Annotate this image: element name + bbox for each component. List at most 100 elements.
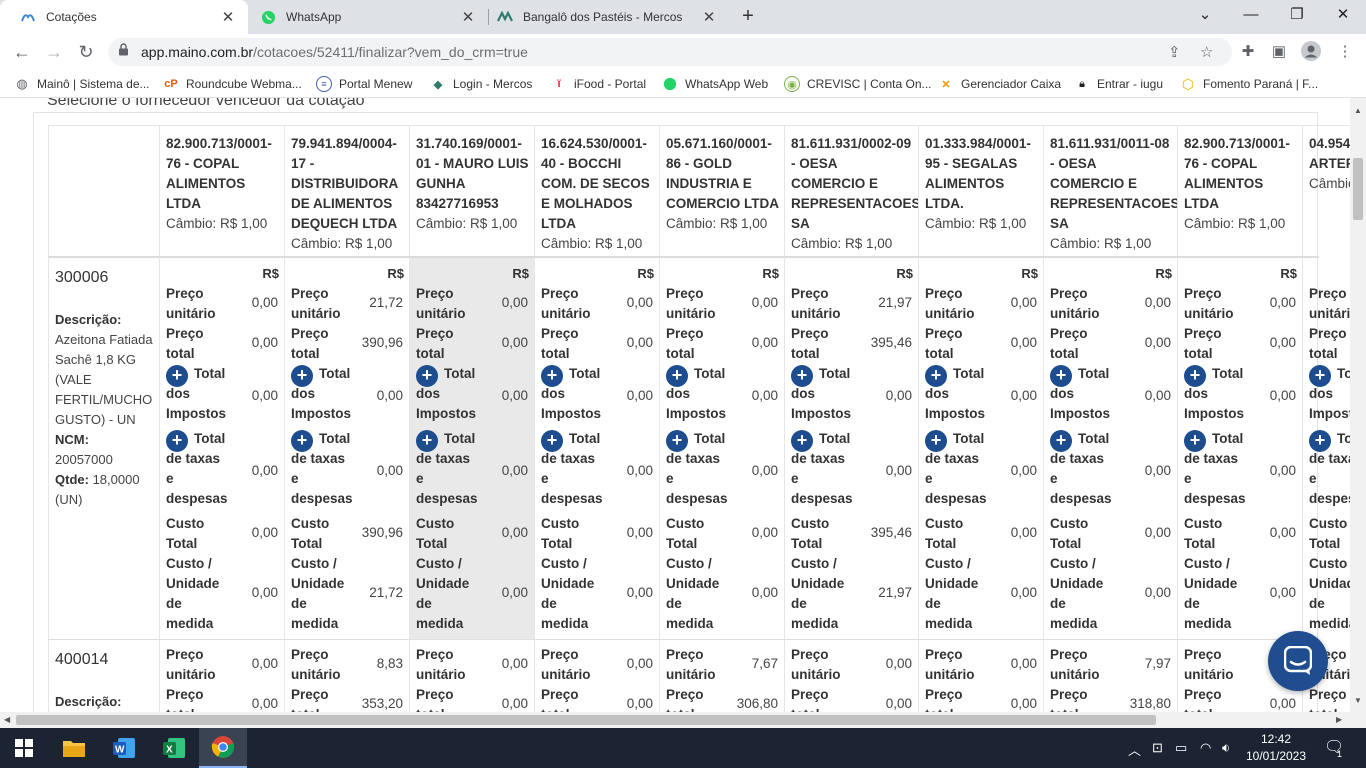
total-price-label: Preço total xyxy=(1309,687,1347,712)
bookmark-maino[interactable]: ◍ Mainô | Sistema de... xyxy=(14,76,149,92)
bookmark-fomento[interactable]: ⬡ Fomento Paraná | F... xyxy=(1180,76,1318,92)
supplier-name: 82.900.713/0001-76 - COPAL ALIMENTOS LTD… xyxy=(166,136,272,211)
scroll-right-icon[interactable]: ▶ xyxy=(1336,715,1342,724)
supplier-header[interactable]: 16.624.530/0001-40 - BOCCHI COM. DE SECO… xyxy=(535,125,660,257)
bookmark-menew[interactable]: ≡ Portal Menew xyxy=(316,76,412,92)
supplier-price-cell[interactable]: R$ Preço unitário 0,00 Preço total 0,00 + Tota… xyxy=(1044,258,1178,639)
wifi-icon[interactable]: ◠ xyxy=(1200,740,1211,756)
battery-icon[interactable]: ▭ xyxy=(1175,740,1187,756)
tab-cotacoes[interactable]: Cotações ✕ xyxy=(0,0,248,34)
forward-icon[interactable]: → xyxy=(42,40,66,64)
supplier-header[interactable]: 05.671.160/0001-86 - GOLD INDUSTRIA E CO… xyxy=(660,125,785,257)
scroll-up-icon[interactable]: ▲ xyxy=(1354,106,1362,115)
total-price-label: Preço total xyxy=(291,687,329,712)
side-panel-icon[interactable]: ▣ xyxy=(1268,41,1290,63)
profile-avatar-icon[interactable] xyxy=(1300,41,1322,63)
supplier-price-cell[interactable]: Preço unitário 0,00 Preço total 0,00 xyxy=(785,640,919,712)
windows-start-icon[interactable] xyxy=(0,728,48,768)
taxes-label: Total dos Impostos xyxy=(291,366,352,421)
supplier-price-cell[interactable]: R$ Preço unitário 0,00 Preço total 0,00 + Tota… xyxy=(919,258,1044,639)
close-icon[interactable]: ✕ xyxy=(218,8,238,26)
supplier-price-cell[interactable]: R$Preço unitárioPreço total+Total dos Im… xyxy=(1303,258,1350,639)
supplier-cambio: Câmbio: R$ 1,00 xyxy=(416,216,518,231)
address-bar[interactable]: app.maino.com.br/cotacoes/52411/finaliza… xyxy=(108,38,1232,66)
bookmark-caixa[interactable]: ✕ Gerenciador Caixa xyxy=(938,76,1061,92)
bookmark-crevisc[interactable]: ◉ CREVISC | Conta On... xyxy=(784,76,932,92)
lock-icon[interactable] xyxy=(118,43,129,59)
supplier-price-cell[interactable]: R$ Preço unitário 0,00 Preço total 0,00 + Tota… xyxy=(660,258,785,639)
chevron-up-icon[interactable]: ︿ xyxy=(1128,740,1141,759)
chrome-icon[interactable] xyxy=(199,728,247,768)
file-explorer-icon[interactable] xyxy=(50,728,98,768)
reload-icon[interactable]: ↻ xyxy=(74,40,98,64)
fees-label: Total de taxas e despesas xyxy=(291,431,353,506)
bookmark-iugu[interactable]: 🔒︎ Entrar - iugu xyxy=(1074,76,1163,92)
meet-now-icon[interactable]: ⊡ xyxy=(1152,740,1163,756)
bookmark-star-icon[interactable]: ☆ xyxy=(1200,43,1213,61)
tab-search-icon[interactable]: ⌄ xyxy=(1182,0,1228,34)
fees-label: Total de taxas e despesas xyxy=(416,431,478,506)
supplier-header[interactable]: 81.611.931/0011-08 - OESA COMERCIO E REP… xyxy=(1044,125,1178,257)
supplier-header[interactable]: 82.900.713/0001-76 - COPAL ALIMENTOS LTD… xyxy=(1178,125,1303,257)
total-cost-value: 0,00 xyxy=(626,525,653,540)
supplier-name: 04.954...79 - SC ARTEF PAPEL xyxy=(1309,136,1350,171)
supplier-price-cell[interactable]: Preço unitário 0,00 Preço total 0,00 xyxy=(410,640,535,712)
supplier-header[interactable]: 04.954...79 - SC ARTEF PAPEL Câmbio xyxy=(1303,125,1350,257)
supplier-header[interactable]: 81.611.931/0002-09 - OESA COMERCIO E REP… xyxy=(785,125,919,257)
back-icon[interactable]: ← xyxy=(10,40,34,64)
tab-whatsapp[interactable]: WhatsApp ✕ xyxy=(248,0,488,34)
unit-cost-label: Custo / Unidade de medida xyxy=(1184,556,1238,631)
supplier-header[interactable]: 01.333.984/0001-95 - SEGALAS ALIMENTOS L… xyxy=(919,125,1044,257)
scroll-down-icon[interactable]: ▼ xyxy=(1354,696,1362,705)
bookmark-ifood[interactable]: ï iFood - Portal xyxy=(551,76,646,92)
unit-price-label: Preço unitário xyxy=(1050,286,1100,321)
word-icon[interactable]: W xyxy=(100,728,148,768)
horizontal-scrollbar[interactable]: ◀ ▶ xyxy=(0,712,1366,728)
currency-label: R$ xyxy=(762,266,779,281)
browser-toolbar: ← → ↻ app.maino.com.br/cotacoes/52411/fi… xyxy=(0,34,1366,70)
supplier-price-cell[interactable]: Preço unitário 7,67 Preço total 306,80 xyxy=(660,640,785,712)
scroll-thumb[interactable] xyxy=(16,715,1156,725)
restore-icon[interactable]: ❐ xyxy=(1274,0,1320,34)
minimize-icon[interactable]: — xyxy=(1228,0,1274,34)
unit-price-value: 0,00 xyxy=(1269,295,1296,310)
supplier-price-cell[interactable]: Preço unitário 0,00 Preço total 0,00 xyxy=(919,640,1044,712)
total-price-value: 0,00 xyxy=(1144,335,1171,350)
bookmark-roundcube[interactable]: cP Roundcube Webma... xyxy=(163,76,302,92)
supplier-price-cell[interactable]: R$ Preço unitário 0,00 Preço total 0,00 + Tota… xyxy=(535,258,660,639)
supplier-header[interactable]: 79.941.894/0004-17 - DISTRIBUIDORA DE AL… xyxy=(285,125,410,257)
tab-mercos[interactable]: Bangalô dos Pastéis - Mercos ✕ xyxy=(489,0,729,34)
menu-icon[interactable]: ⋮ xyxy=(1334,41,1356,63)
supplier-name: 31.740.169/0001-01 - MAURO LUIS GUNHA 83… xyxy=(416,136,529,211)
chat-widget-button[interactable] xyxy=(1268,631,1328,691)
supplier-header[interactable]: 82.900.713/0001-76 - COPAL ALIMENTOS LTD… xyxy=(160,125,285,257)
close-icon[interactable]: ✕ xyxy=(699,8,719,26)
taxes-value: 0,00 xyxy=(251,388,278,403)
excel-icon[interactable]: X xyxy=(150,728,198,768)
scroll-left-icon[interactable]: ◀ xyxy=(4,715,10,724)
share-icon[interactable]: ⇪ xyxy=(1168,43,1181,61)
supplier-price-cell[interactable]: R$ Preço unitário 0,00 Preço total 0,00 + Tota… xyxy=(1178,258,1303,639)
bookmark-mercos[interactable]: ◆ Login - Mercos xyxy=(430,76,533,92)
vertical-scrollbar[interactable]: ▲ ▼ xyxy=(1350,98,1366,712)
supplier-price-cell[interactable]: Preço unitário 7,97 Preço total 318,80 xyxy=(1044,640,1178,712)
supplier-price-cell[interactable]: R$ Preço unitário 21,97 Preço total 395,46 + T… xyxy=(785,258,919,639)
supplier-price-cell[interactable]: Preço unitário 0,00 Preço total 0,00 xyxy=(535,640,660,712)
clock-time: 12:42 xyxy=(1260,732,1292,746)
system-clock[interactable]: 12:42 10/01/2023 xyxy=(1244,731,1308,765)
supplier-price-cell[interactable]: R$ Preço unitário 21,72 Preço total 390,96 + T… xyxy=(285,258,410,639)
extensions-icon[interactable]: ✚ xyxy=(1237,41,1259,63)
scroll-thumb[interactable] xyxy=(1353,158,1363,220)
close-window-icon[interactable]: ✕ xyxy=(1320,0,1366,34)
supplier-price-cell[interactable]: R$ Preço unitário 0,00 Preço total 0,00 + Tota… xyxy=(410,258,535,639)
close-icon[interactable]: ✕ xyxy=(458,8,478,26)
taxes-value: 0,00 xyxy=(751,388,778,403)
unit-price-label: Preço unitário xyxy=(166,647,216,682)
supplier-price-cell[interactable]: Preço unitário 8,83 Preço total 353,20 xyxy=(285,640,410,712)
supplier-price-cell[interactable]: R$ Preço unitário 0,00 Preço total 0,00 + Tota… xyxy=(160,258,285,639)
volume-icon[interactable]: 🔉︎ xyxy=(1222,740,1230,756)
supplier-header[interactable]: 31.740.169/0001-01 - MAURO LUIS GUNHA 83… xyxy=(410,125,535,257)
bookmark-whatsapp-web[interactable]: WhatsApp Web xyxy=(662,76,768,92)
supplier-price-cell[interactable]: Preço unitário 0,00 Preço total 0,00 xyxy=(160,640,285,712)
new-tab-button[interactable]: + xyxy=(737,5,759,27)
